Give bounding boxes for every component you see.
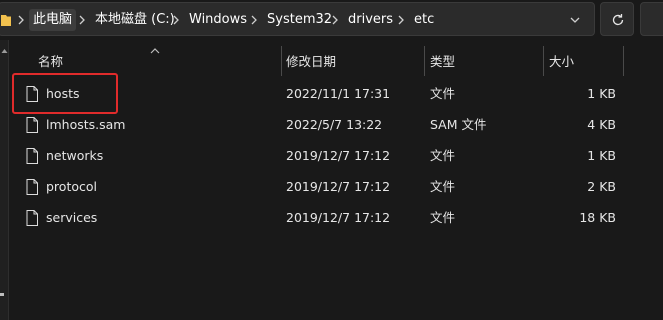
file-size: 2 KB [587, 179, 616, 194]
refresh-button[interactable] [600, 2, 634, 36]
refresh-icon [612, 14, 624, 26]
file-explorer-window: 此电脑 本地磁盘 (C:) Windows System32 drivers e… [0, 0, 663, 320]
file-modified: 2019/12/7 17:12 [286, 179, 391, 194]
file-row[interactable]: protocol 2019/12/7 17:12 文件 2 KB [18, 172, 638, 202]
file-name: protocol [46, 179, 97, 194]
chevron-right-icon[interactable] [77, 14, 87, 29]
breadcrumb-system32[interactable]: System32 [263, 9, 336, 31]
file-icon [26, 210, 38, 229]
file-icon [26, 179, 38, 198]
breadcrumb-this-pc[interactable]: 此电脑 [29, 9, 77, 31]
file-type: 文件 [430, 148, 456, 163]
file-modified: 2019/12/7 17:12 [286, 210, 391, 225]
navigation-item[interactable] [0, 293, 4, 296]
scroll-up-icon[interactable] [1, 42, 8, 57]
file-row[interactable]: lmhosts.sam 2022/5/7 13:22 SAM 文件 4 KB [18, 110, 638, 140]
breadcrumb-windows[interactable]: Windows [185, 9, 251, 31]
file-size: 18 KB [579, 210, 616, 225]
file-size: 4 KB [587, 117, 616, 132]
file-type: 文件 [430, 210, 456, 225]
column-header-size[interactable]: 大小 [549, 52, 574, 72]
file-size: 1 KB [587, 86, 616, 101]
file-type: 文件 [430, 179, 456, 194]
sort-ascending-icon [149, 43, 161, 58]
file-modified: 2022/11/1 17:31 [286, 86, 391, 101]
file-row[interactable]: services 2019/12/7 17:12 文件 18 KB [18, 203, 638, 233]
file-type: 文件 [430, 86, 456, 101]
chevron-right-icon[interactable] [171, 14, 181, 29]
breadcrumb-local-disk[interactable]: 本地磁盘 (C:) [91, 9, 179, 31]
file-modified: 2022/5/7 13:22 [286, 117, 383, 132]
chevron-right-icon[interactable] [249, 14, 259, 29]
column-divider[interactable] [424, 46, 425, 76]
breadcrumb-drivers[interactable]: drivers [344, 9, 397, 31]
column-header-name[interactable]: 名称 [38, 52, 63, 72]
column-divider[interactable] [543, 46, 544, 76]
chevron-down-icon[interactable] [569, 14, 581, 29]
file-size: 1 KB [587, 148, 616, 163]
file-name: services [46, 210, 98, 225]
breadcrumb-etc[interactable]: etc [410, 9, 438, 31]
file-type: SAM 文件 [430, 117, 487, 132]
column-divider[interactable] [623, 46, 624, 76]
file-name: networks [46, 148, 104, 163]
chevron-right-icon[interactable] [16, 14, 26, 29]
column-divider[interactable] [281, 46, 282, 76]
column-header-modified[interactable]: 修改日期 [286, 52, 336, 72]
column-header-type[interactable]: 类型 [430, 52, 455, 72]
chevron-right-icon[interactable] [396, 14, 406, 29]
file-modified: 2019/12/7 17:12 [286, 148, 391, 163]
annotation-highlight-box [12, 73, 118, 114]
navigation-pane[interactable] [0, 40, 9, 320]
file-name: lmhosts.sam [46, 117, 126, 132]
search-input[interactable] [640, 2, 663, 36]
file-row[interactable]: networks 2019/12/7 17:12 文件 1 KB [18, 141, 638, 171]
folder-icon [1, 14, 11, 29]
address-bar[interactable]: 此电脑 本地磁盘 (C:) Windows System32 drivers e… [0, 2, 595, 36]
file-icon [26, 148, 38, 167]
chevron-right-icon[interactable] [330, 14, 340, 29]
file-icon [26, 117, 38, 136]
